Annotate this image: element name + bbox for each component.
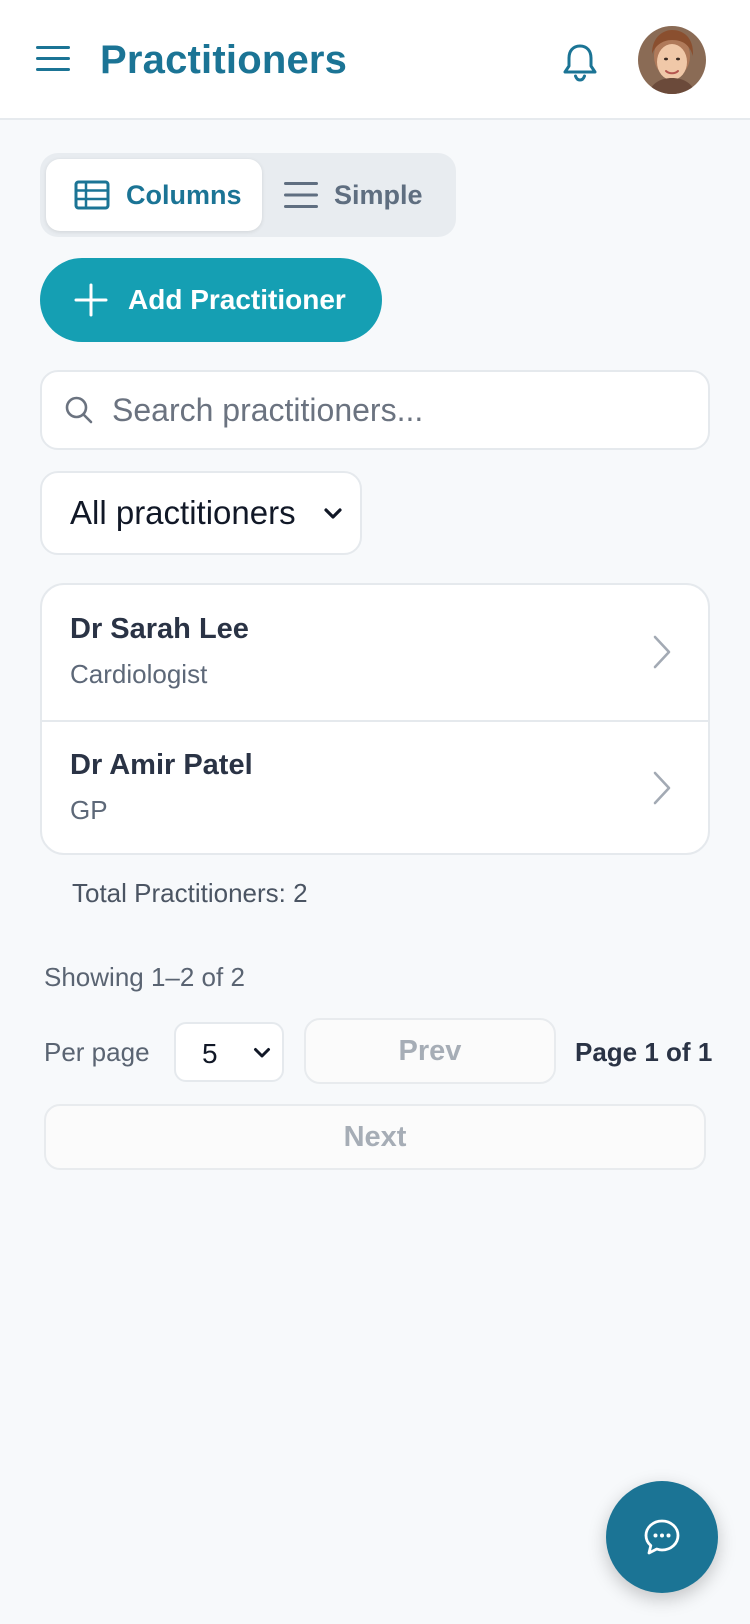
page-indicator: Page 1 of 1 bbox=[575, 1037, 713, 1067]
per-page-select[interactable]: 5 bbox=[174, 1022, 284, 1082]
columns-view-button[interactable]: Columns bbox=[46, 159, 262, 231]
chat-fab-button[interactable] bbox=[606, 1481, 718, 1593]
pagination-showing-text: Showing 1–2 of 2 bbox=[44, 962, 245, 992]
practitioner-list: Dr Sarah Lee Cardiologist Dr Amir Patel … bbox=[40, 583, 710, 855]
chat-bubble-icon bbox=[644, 1519, 680, 1555]
simple-view-button[interactable]: Simple bbox=[284, 159, 450, 231]
search-field[interactable] bbox=[40, 370, 710, 450]
practitioner-row[interactable]: Dr Sarah Lee Cardiologist bbox=[42, 585, 708, 722]
prev-page-label: Prev bbox=[398, 1034, 462, 1067]
list-lines-icon bbox=[284, 182, 318, 208]
plus-icon bbox=[74, 283, 108, 317]
page-title: Practitioners bbox=[100, 38, 348, 82]
bell-icon[interactable] bbox=[558, 40, 602, 84]
practitioner-specialty: GP bbox=[70, 795, 108, 825]
top-app-bar: Practitioners bbox=[0, 0, 750, 120]
total-practitioners-count: Total Practitioners: 2 bbox=[72, 878, 308, 908]
search-icon bbox=[65, 396, 93, 424]
chevron-down-icon bbox=[324, 508, 342, 519]
practitioner-name: Dr Amir Patel bbox=[70, 749, 253, 781]
table-columns-icon bbox=[74, 180, 110, 210]
hamburger-menu-icon[interactable] bbox=[36, 44, 72, 74]
next-page-label: Next bbox=[343, 1120, 407, 1153]
practitioner-name: Dr Sarah Lee bbox=[70, 613, 249, 645]
per-page-value: 5 bbox=[202, 1038, 218, 1069]
filter-selected-value: All practitioners bbox=[70, 494, 296, 531]
view-toggle: Columns Simple bbox=[40, 153, 456, 237]
columns-view-label: Columns bbox=[126, 179, 242, 210]
practitioner-row[interactable]: Dr Amir Patel GP bbox=[42, 721, 708, 853]
practitioner-specialty: Cardiologist bbox=[70, 659, 208, 689]
next-page-button[interactable]: Next bbox=[44, 1104, 706, 1170]
prev-page-button[interactable]: Prev bbox=[304, 1018, 556, 1084]
per-page-label: Per page bbox=[44, 1037, 150, 1067]
chevron-right-icon bbox=[653, 635, 671, 669]
practitioner-filter-select[interactable]: All practitioners bbox=[40, 471, 362, 555]
simple-view-label: Simple bbox=[334, 179, 423, 210]
chevron-right-icon bbox=[653, 771, 671, 805]
add-practitioner-label: Add Practitioner bbox=[128, 284, 346, 315]
search-input[interactable] bbox=[110, 379, 674, 441]
avatar[interactable] bbox=[638, 26, 706, 94]
add-practitioner-button[interactable]: Add Practitioner bbox=[40, 258, 382, 342]
user-avatar-image bbox=[638, 26, 706, 94]
chevron-down-icon bbox=[254, 1048, 270, 1058]
